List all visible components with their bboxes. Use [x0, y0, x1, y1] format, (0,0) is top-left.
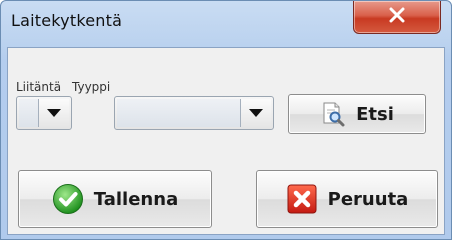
- save-button-label: Tallenna: [93, 188, 179, 210]
- search-button[interactable]: Etsi: [288, 94, 426, 134]
- title-bar[interactable]: Laitekytkentä: [1, 1, 451, 47]
- tyyppi-combobox[interactable]: [114, 96, 274, 130]
- dialog-window: Laitekytkentä Liitäntä Tyyppi Etsi Talle…: [0, 0, 452, 240]
- chevron-down-icon: [47, 109, 61, 117]
- close-button[interactable]: [353, 1, 441, 34]
- window-title: Laitekytkentä: [11, 11, 123, 30]
- tyyppi-label: Tyyppi: [72, 80, 111, 94]
- dialog-content: Liitäntä Tyyppi Etsi Tallenna Peruuta: [7, 47, 445, 235]
- cancel-button-label: Peruuta: [327, 188, 409, 210]
- tyyppi-value[interactable]: [117, 99, 241, 127]
- close-x-icon: [388, 7, 406, 27]
- liitanta-value[interactable]: [19, 99, 39, 127]
- check-icon: [52, 183, 84, 215]
- search-document-icon: [320, 101, 346, 127]
- save-button[interactable]: Tallenna: [18, 170, 212, 228]
- cancel-x-icon: [286, 183, 318, 215]
- liitanta-dropdown-button[interactable]: [39, 99, 69, 127]
- liitanta-combobox[interactable]: [16, 96, 72, 130]
- cancel-button[interactable]: Peruuta: [256, 170, 438, 228]
- liitanta-label: Liitäntä: [16, 80, 62, 94]
- chevron-down-icon: [249, 109, 263, 117]
- tyyppi-dropdown-button[interactable]: [241, 99, 271, 127]
- search-button-label: Etsi: [356, 103, 394, 125]
